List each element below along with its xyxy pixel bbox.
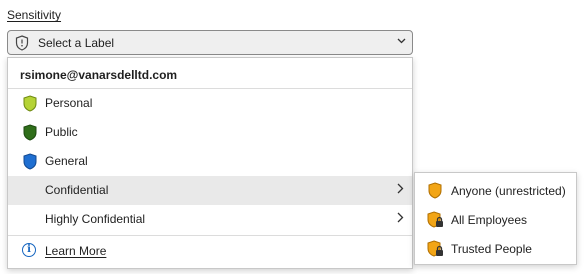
menu-item-general[interactable]: General: [8, 147, 412, 176]
submenu-item-label: Anyone (unrestricted): [451, 184, 566, 198]
shield-lock-icon: [427, 240, 444, 260]
dropdown-value: Select a Label: [38, 36, 115, 50]
info-icon: i: [22, 243, 36, 257]
shield-icon: [22, 153, 38, 173]
menu-item-public[interactable]: Public: [8, 118, 412, 147]
shield-icon: [22, 95, 38, 115]
shield-lock-icon: [427, 211, 444, 231]
learn-more-link[interactable]: i Learn More: [8, 237, 412, 266]
learn-more-label: Learn More: [45, 244, 107, 258]
menu-divider: [8, 235, 412, 236]
chevron-right-icon: [397, 211, 404, 226]
menu-item-label: General: [45, 154, 88, 168]
account-email: rsimone@vanarsdelltd.com: [20, 68, 178, 82]
menu-item-label: Confidential: [45, 183, 109, 197]
menu-item-personal[interactable]: Personal: [8, 89, 412, 118]
submenu-item-anyone[interactable]: Anyone (unrestricted): [415, 177, 576, 205]
menu-item-label: Highly Confidential: [45, 212, 146, 226]
shield-icon: [427, 182, 443, 202]
submenu-item-all-employees[interactable]: All Employees: [415, 206, 576, 234]
label-menu: rsimone@vanarsdelltd.com Personal Public…: [7, 57, 413, 269]
chevron-right-icon: [397, 182, 404, 197]
chevron-down-icon: [397, 36, 406, 47]
menu-item-confidential[interactable]: Confidential: [8, 176, 412, 205]
confidential-submenu: Anyone (unrestricted) All Employees Trus…: [414, 172, 577, 265]
submenu-item-label: All Employees: [451, 213, 528, 227]
submenu-item-trusted-people[interactable]: Trusted People: [415, 235, 576, 263]
sensitivity-label: Sensitivity: [7, 8, 62, 22]
shield-icon: [22, 124, 38, 144]
menu-item-label: Public: [45, 125, 78, 139]
sensitivity-dropdown[interactable]: Select a Label: [7, 30, 413, 55]
shield-outline-icon: [15, 35, 29, 54]
submenu-item-label: Trusted People: [451, 242, 532, 256]
menu-item-highly-confidential[interactable]: Highly Confidential: [8, 205, 412, 234]
menu-item-label: Personal: [45, 96, 93, 110]
